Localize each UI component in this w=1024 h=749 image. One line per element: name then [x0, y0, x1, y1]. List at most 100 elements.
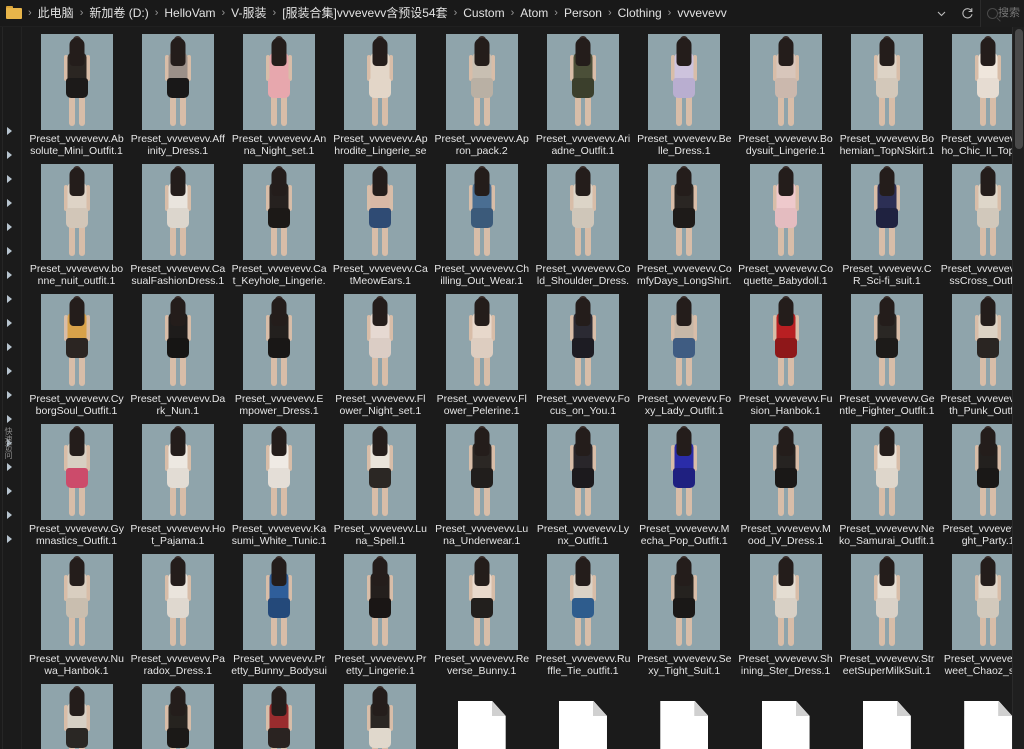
file-tile[interactable]: Preset_vvvevevv.Ariadne_Outfit.1	[532, 30, 633, 160]
file-tile[interactable]	[735, 680, 836, 749]
file-tile[interactable]	[26, 680, 127, 749]
file-tile[interactable]: Preset_vvvevevv.Lynx_Outfit.1	[532, 420, 633, 550]
nav-expander-3[interactable]	[7, 199, 12, 207]
file-tile[interactable]: Preset_vvvevevv.Cold_Shoulder_Dress.1	[532, 160, 633, 290]
file-tile[interactable]	[836, 680, 937, 749]
file-tile[interactable]: Preset_vvvevevv.Pretty_Lingerie.1	[330, 550, 431, 680]
breadcrumb-item-2[interactable]: HelloVam	[160, 0, 219, 27]
nav-expander-5[interactable]	[7, 247, 12, 255]
file-tile[interactable]: Preset_vvvevevv.Gentle_Fighter_Outfit.1	[836, 290, 937, 420]
file-tile[interactable]: Preset_vvvevevv.Luna_Underwear.1	[431, 420, 532, 550]
breadcrumb-item-4[interactable]: [服装合集]vvvevevv含预设54套	[278, 0, 451, 27]
file-tile[interactable]: Preset_vvvevevv.Reverse_Bunny.1	[431, 550, 532, 680]
file-tile[interactable]: Preset_vvvevevv.Luna_Spell.1	[330, 420, 431, 550]
navigation-pane[interactable]: 快速访问	[0, 27, 22, 749]
nav-expander-11[interactable]	[7, 391, 12, 399]
breadcrumb-item-9[interactable]: vvvevevv	[673, 0, 730, 27]
nav-expander-9[interactable]	[7, 343, 12, 351]
file-tile[interactable]: Preset_vvvevevv.Chilling_Out_Wear.1	[431, 160, 532, 290]
file-tile[interactable]: Preset_vvvevevv.Flower_Pelerine.1	[431, 290, 532, 420]
search-box[interactable]	[980, 0, 1024, 27]
breadcrumb-item-8[interactable]: Clothing	[614, 0, 666, 27]
file-tile[interactable]: Preset_vvvevevv.Neko_Samurai_Outfit.1	[836, 420, 937, 550]
file-tile[interactable]	[330, 680, 431, 749]
file-tile[interactable]: Preset_vvvevevv.Mood_IV_Dress.1	[735, 420, 836, 550]
nav-expander-17[interactable]	[7, 535, 12, 543]
file-tile[interactable]: Preset_vvvevevv.StreetSuperMilkSuit.1	[836, 550, 937, 680]
address-bar[interactable]: ›此电脑›新加卷 (D:)›HelloVam›V-服装›[服装合集]vvveve…	[0, 0, 1024, 27]
file-thumbnail	[750, 554, 822, 650]
file-tile[interactable]: Preset_vvvevevv.Hot_Pajama.1	[127, 420, 228, 550]
breadcrumb-item-0[interactable]: 此电脑	[34, 0, 78, 27]
file-tile[interactable]: Preset_vvvevevv.Coquette_Babydoll.1	[735, 160, 836, 290]
file-tile[interactable]: Preset_vvvevevv.Bodysuit_Lingerie.1	[735, 30, 836, 160]
vertical-scrollbar[interactable]	[1012, 27, 1024, 749]
file-name-label: Preset_vvvevevv.Flower_Night_set.1	[332, 393, 428, 418]
file-tile[interactable]: Preset_vvvevevv.Empower_Dress.1	[229, 290, 330, 420]
file-tile[interactable]: Preset_vvvevevv.Anna_Night_set.1	[229, 30, 330, 160]
file-tile[interactable]: Preset_vvvevevv.Absolute_Mini_Outfit.1	[26, 30, 127, 160]
refresh-icon[interactable]	[954, 0, 980, 26]
file-tile[interactable]: Preset_vvvevevv.Flower_Night_set.1	[330, 290, 431, 420]
nav-expander-16[interactable]	[7, 511, 12, 519]
file-name-label: Preset_vvvevevv.Reverse_Bunny.1	[434, 653, 530, 678]
thumbnail-figure	[57, 556, 97, 648]
nav-expander-12[interactable]	[7, 415, 12, 423]
file-tile[interactable]	[431, 680, 532, 749]
breadcrumb-item-6[interactable]: Atom	[516, 0, 552, 27]
file-tile[interactable]: Preset_vvvevevv.Sexy_Tight_Suit.1	[634, 550, 735, 680]
address-bar-actions[interactable]	[928, 0, 980, 27]
file-tile[interactable]: Preset_vvvevevv.ComfyDays_LongShirt.1	[634, 160, 735, 290]
file-tile[interactable]: Preset_vvvevevv.Aphrodite_Lingerie_set.1	[330, 30, 431, 160]
nav-expander-6[interactable]	[7, 271, 12, 279]
breadcrumb-item-7[interactable]: Person	[560, 0, 606, 27]
file-tile[interactable]: Preset_vvvevevv.Foxy_Lady_Outfit.1	[634, 290, 735, 420]
thumbnail-figure	[563, 296, 603, 388]
file-tile[interactable]: Preset_vvvevevv.Dark_Nun.1	[127, 290, 228, 420]
file-tile[interactable]: Preset_vvvevevv.CyborgSoul_Outfit.1	[26, 290, 127, 420]
file-tile[interactable]	[634, 680, 735, 749]
nav-expander-0[interactable]	[7, 127, 12, 135]
file-tile[interactable]: Preset_vvvevevv.Shining_Ster_Dress.1	[735, 550, 836, 680]
file-tile[interactable]	[532, 680, 633, 749]
nav-expander-15[interactable]	[7, 487, 12, 495]
file-tile[interactable]: Preset_vvvevevv.Mecha_Pop_Outfit.1	[634, 420, 735, 550]
file-tile[interactable]: Preset_vvvevevv.Belle_Dress.1	[634, 30, 735, 160]
file-tile[interactable]: Preset_vvvevevv.CatMeowEars.1	[330, 160, 431, 290]
nav-expander-4[interactable]	[7, 223, 12, 231]
file-tile[interactable]: Preset_vvvevevv.bonne_nuit_outfit.1	[26, 160, 127, 290]
file-tile[interactable]: Preset_vvvevevv.Nuwa_Hanbok.1	[26, 550, 127, 680]
breadcrumb[interactable]: ›此电脑›新加卷 (D:)›HelloVam›V-服装›[服装合集]vvveve…	[26, 0, 928, 27]
file-name-label: Preset_vvvevevv.Kasumi_White_Tunic.1	[231, 523, 327, 548]
nav-expander-14[interactable]	[7, 463, 12, 471]
file-tile[interactable]: Preset_vvvevevv.Ruffle_Tie_outfit.1	[532, 550, 633, 680]
nav-expander-10[interactable]	[7, 367, 12, 375]
file-name-label: Preset_vvvevevv.ComfyDays_LongShirt.1	[636, 263, 732, 290]
breadcrumb-item-3[interactable]: V-服装	[227, 0, 270, 27]
breadcrumb-item-1[interactable]: 新加卷 (D:)	[85, 0, 152, 27]
file-tile[interactable]: Preset_vvvevevv.CasualFashionDress.1	[127, 160, 228, 290]
file-tile[interactable]: Preset_vvvevevv.Cat_Keyhole_Lingerie.1	[229, 160, 330, 290]
nav-expander-8[interactable]	[7, 319, 12, 327]
nav-expander-2[interactable]	[7, 175, 12, 183]
breadcrumb-item-5[interactable]: Custom	[459, 0, 508, 27]
search-input[interactable]	[998, 7, 1024, 19]
file-list-view[interactable]: Preset_vvvevevv.Absolute_Mini_Outfit.1Pr…	[22, 27, 1024, 749]
file-tile[interactable]: Preset_vvvevevv.Kasumi_White_Tunic.1	[229, 420, 330, 550]
file-tile[interactable]: Preset_vvvevevv.Fusion_Hanbok.1	[735, 290, 836, 420]
file-tile[interactable]: Preset_vvvevevv.Paradox_Dress.1	[127, 550, 228, 680]
file-tile[interactable]: Preset_vvvevevv.Gymnastics_Outfit.1	[26, 420, 127, 550]
chevron-down-icon[interactable]	[928, 0, 954, 26]
file-tile[interactable]: Preset_vvvevevv.Bohemian_TopNSkirt.1	[836, 30, 937, 160]
scrollbar-thumb[interactable]	[1015, 29, 1023, 149]
file-tile[interactable]	[127, 680, 228, 749]
file-tile[interactable]: Preset_vvvevevv.Pretty_Bunny_Bodysuit.1	[229, 550, 330, 680]
file-tile[interactable]: Preset_vvvevevv.Apron_pack.2	[431, 30, 532, 160]
file-tile[interactable]: Preset_vvvevevv.Focus_on_You.1	[532, 290, 633, 420]
file-grid[interactable]: Preset_vvvevevv.Absolute_Mini_Outfit.1Pr…	[22, 27, 1024, 749]
file-tile[interactable]: Preset_vvvevevv.Affinity_Dress.1	[127, 30, 228, 160]
nav-expander-7[interactable]	[7, 295, 12, 303]
nav-expander-1[interactable]	[7, 151, 12, 159]
file-tile[interactable]	[229, 680, 330, 749]
file-tile[interactable]: Preset_vvvevevv.CR_Sci-fi_suit.1	[836, 160, 937, 290]
